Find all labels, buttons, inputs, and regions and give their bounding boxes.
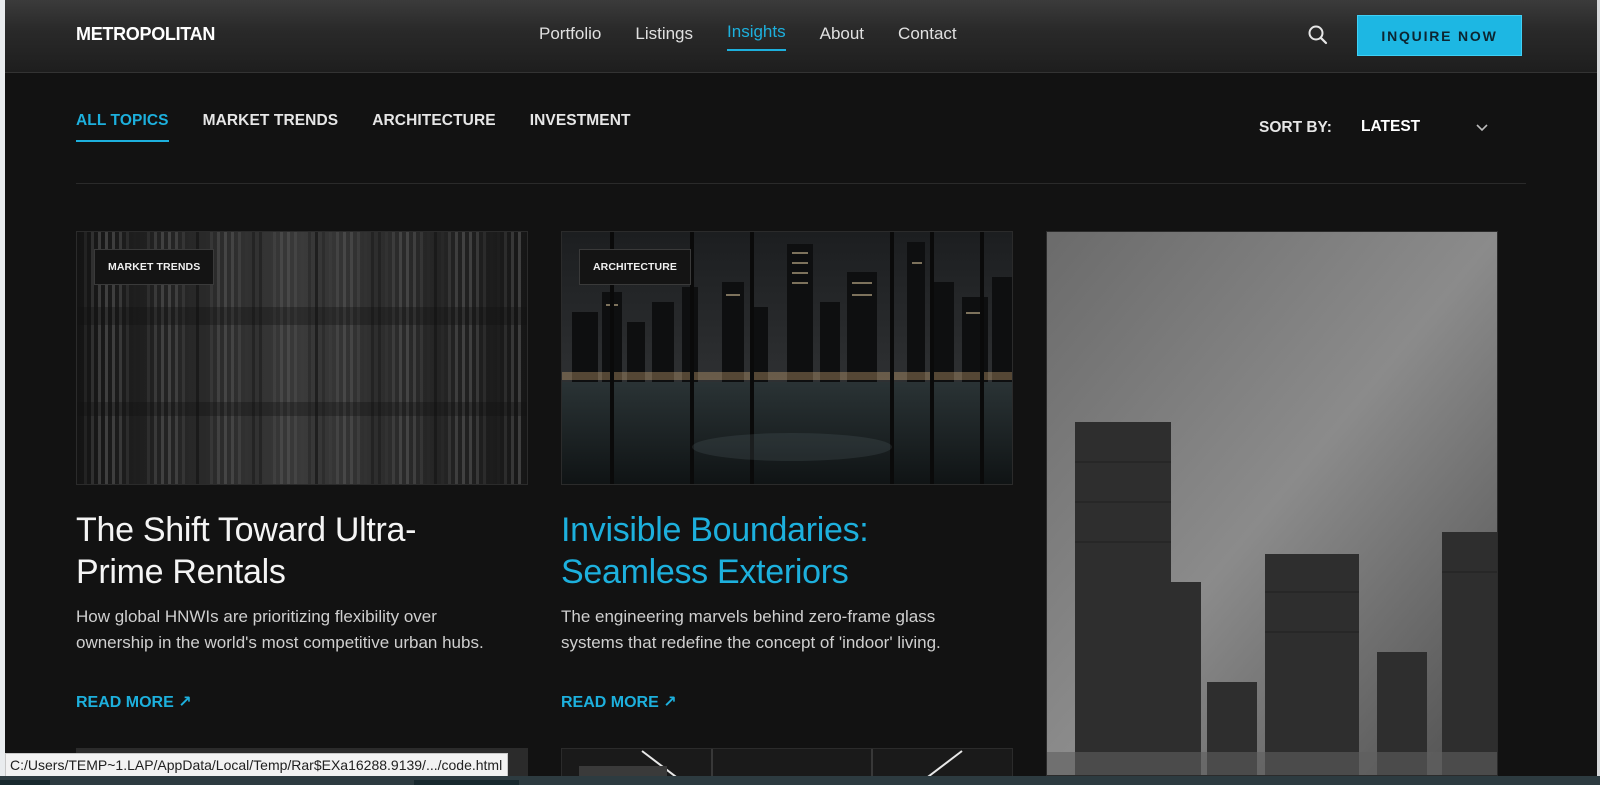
article-title-line: The Shift Toward Ultra- xyxy=(76,511,417,549)
blind-slat xyxy=(294,232,297,484)
blind-slat xyxy=(497,232,500,484)
blind-slat xyxy=(469,232,472,484)
article-badge: ARCHITECTURE xyxy=(579,249,692,285)
nav-item-insights[interactable]: Insights xyxy=(727,22,786,51)
skyscrapers-image xyxy=(1047,232,1497,775)
taskbar xyxy=(0,776,1600,785)
blind-slat xyxy=(252,232,255,484)
nav-item-listings[interactable]: Listings xyxy=(635,24,693,53)
read-more-link[interactable]: READ MORE ↗ xyxy=(76,692,192,712)
blind-slat xyxy=(392,232,395,484)
blind-slat xyxy=(413,232,416,484)
blind-slat xyxy=(378,232,381,484)
article-title-line: Seamless Exteriors xyxy=(561,553,849,591)
article-description-line: How global HNWIs are prioritizing flexib… xyxy=(76,607,437,626)
nav-item-about[interactable]: About xyxy=(820,24,864,53)
site-header: METROPOLITAN Portfolio Listings Insights… xyxy=(5,0,1597,73)
nav-item-portfolio[interactable]: Portfolio xyxy=(539,24,601,53)
status-bar-url: C:/Users/TEMP~1.LAP/AppData/Local/Temp/R… xyxy=(5,753,509,777)
blind-slat xyxy=(427,232,430,484)
logo[interactable]: METROPOLITAN xyxy=(76,24,215,45)
main-nav: Portfolio Listings Insights About Contac… xyxy=(539,22,957,53)
page: METROPOLITAN Portfolio Listings Insights… xyxy=(5,0,1597,776)
blind-slat xyxy=(322,232,325,484)
sort-select[interactable]: LATEST xyxy=(1361,112,1521,142)
blind-slat xyxy=(476,232,479,484)
blind-slat xyxy=(287,232,290,484)
blind-slat xyxy=(448,232,451,484)
blind-slat xyxy=(462,232,465,484)
article-description-line: systems that redefine the concept of 'in… xyxy=(561,633,941,652)
sort-value: LATEST xyxy=(1361,118,1421,135)
article-title-line: Invisible Boundaries: xyxy=(561,511,869,549)
interior-image xyxy=(579,749,963,776)
article-description-line: ownership in the world's most competitiv… xyxy=(76,633,484,652)
blind-slat xyxy=(371,232,374,484)
divider xyxy=(76,183,1526,184)
topic-filters: ALL TOPICS MARKET TRENDS ARCHITECTURE IN… xyxy=(76,112,631,142)
inquire-now-button[interactable]: INQUIRE NOW xyxy=(1357,15,1522,56)
blind-slat xyxy=(280,232,283,484)
blind-slat xyxy=(420,232,423,484)
blind-slat xyxy=(308,232,311,484)
blind-slat xyxy=(329,232,332,484)
blind-slat xyxy=(77,232,80,484)
tab-market-trends[interactable]: MARKET TRENDS xyxy=(203,112,339,142)
blind-slat xyxy=(385,232,388,484)
article-image-architecture[interactable]: ARCHITECTURE xyxy=(561,231,1013,485)
blind-slat xyxy=(301,232,304,484)
blind-slat xyxy=(224,232,227,484)
article-description: How global HNWIs are prioritizing flexib… xyxy=(76,604,484,656)
article-description-line: The engineering marvels behind zero-fram… xyxy=(561,607,936,626)
blind-slat xyxy=(238,232,241,484)
taskbar-segment xyxy=(0,780,50,785)
taskbar-segment xyxy=(414,780,519,785)
chevron-down-icon xyxy=(1476,124,1488,132)
featured-article-image[interactable] xyxy=(1046,231,1498,776)
sort-label: SORT BY: xyxy=(1259,119,1332,136)
tab-all-topics[interactable]: ALL TOPICS xyxy=(76,112,169,142)
blind-slat xyxy=(343,232,346,484)
nav-item-contact[interactable]: Contact xyxy=(898,24,957,53)
search-icon[interactable] xyxy=(1305,22,1331,48)
blind-slat xyxy=(259,232,262,484)
blind-slat xyxy=(406,232,409,484)
blind-slat xyxy=(490,232,493,484)
article-title[interactable]: Invisible Boundaries: Seamless Exteriors xyxy=(561,509,869,593)
article-title-line: Prime Rentals xyxy=(76,553,286,591)
article-image-next-2[interactable] xyxy=(561,748,1013,776)
blind-slat xyxy=(84,232,87,484)
blind-slat xyxy=(511,232,514,484)
blind-slat xyxy=(273,232,276,484)
blind-slat xyxy=(441,232,444,484)
article-badge: MARKET TRENDS xyxy=(94,249,215,285)
blind-slat xyxy=(245,232,248,484)
blind-slat xyxy=(364,232,367,484)
blind-slat xyxy=(315,232,318,484)
blind-slat xyxy=(350,232,353,484)
blind-slat xyxy=(518,232,521,484)
article-title[interactable]: The Shift Toward Ultra- Prime Rentals xyxy=(76,509,416,593)
blind-slat xyxy=(357,232,360,484)
blind-slat xyxy=(455,232,458,484)
blind-slat xyxy=(483,232,486,484)
read-more-link[interactable]: READ MORE ↗ xyxy=(561,692,677,712)
tab-architecture[interactable]: ARCHITECTURE xyxy=(372,112,495,142)
blind-slat xyxy=(336,232,339,484)
article-description: The engineering marvels behind zero-fram… xyxy=(561,604,941,656)
blind-slat xyxy=(231,232,234,484)
blind-slat xyxy=(217,232,220,484)
blind-slat xyxy=(266,232,269,484)
tab-investment[interactable]: INVESTMENT xyxy=(530,112,631,142)
blind-slat xyxy=(399,232,402,484)
article-image-market-trends[interactable]: MARKET TRENDS xyxy=(76,231,528,485)
blind-slat xyxy=(504,232,507,484)
blind-slat xyxy=(434,232,437,484)
